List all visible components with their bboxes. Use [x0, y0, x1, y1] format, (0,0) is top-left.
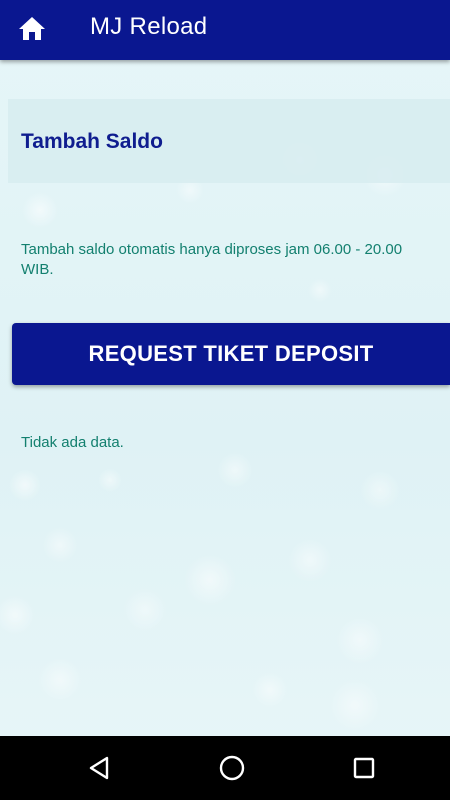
nav-back-button[interactable] [82, 750, 118, 786]
app-bar: MJ Reload [0, 0, 450, 60]
recents-square-icon [353, 757, 375, 779]
home-circle-icon [219, 755, 245, 781]
back-triangle-icon [89, 756, 109, 780]
nav-home-button[interactable] [214, 750, 250, 786]
home-icon [19, 17, 45, 40]
section-title: Tambah Saldo [21, 130, 163, 153]
app-title: MJ Reload [90, 13, 208, 40]
system-navigation-bar [0, 736, 450, 800]
request-tiket-deposit-button[interactable]: REQUEST TIKET DEPOSIT [12, 323, 450, 385]
home-button[interactable] [14, 10, 50, 46]
nav-recents-button[interactable] [346, 750, 382, 786]
empty-state-text: Tidak ada data. [21, 434, 124, 451]
info-text: Tambah saldo otomatis hanya diproses jam… [21, 241, 403, 278]
section-header-card: Tambah Saldo [8, 99, 450, 183]
